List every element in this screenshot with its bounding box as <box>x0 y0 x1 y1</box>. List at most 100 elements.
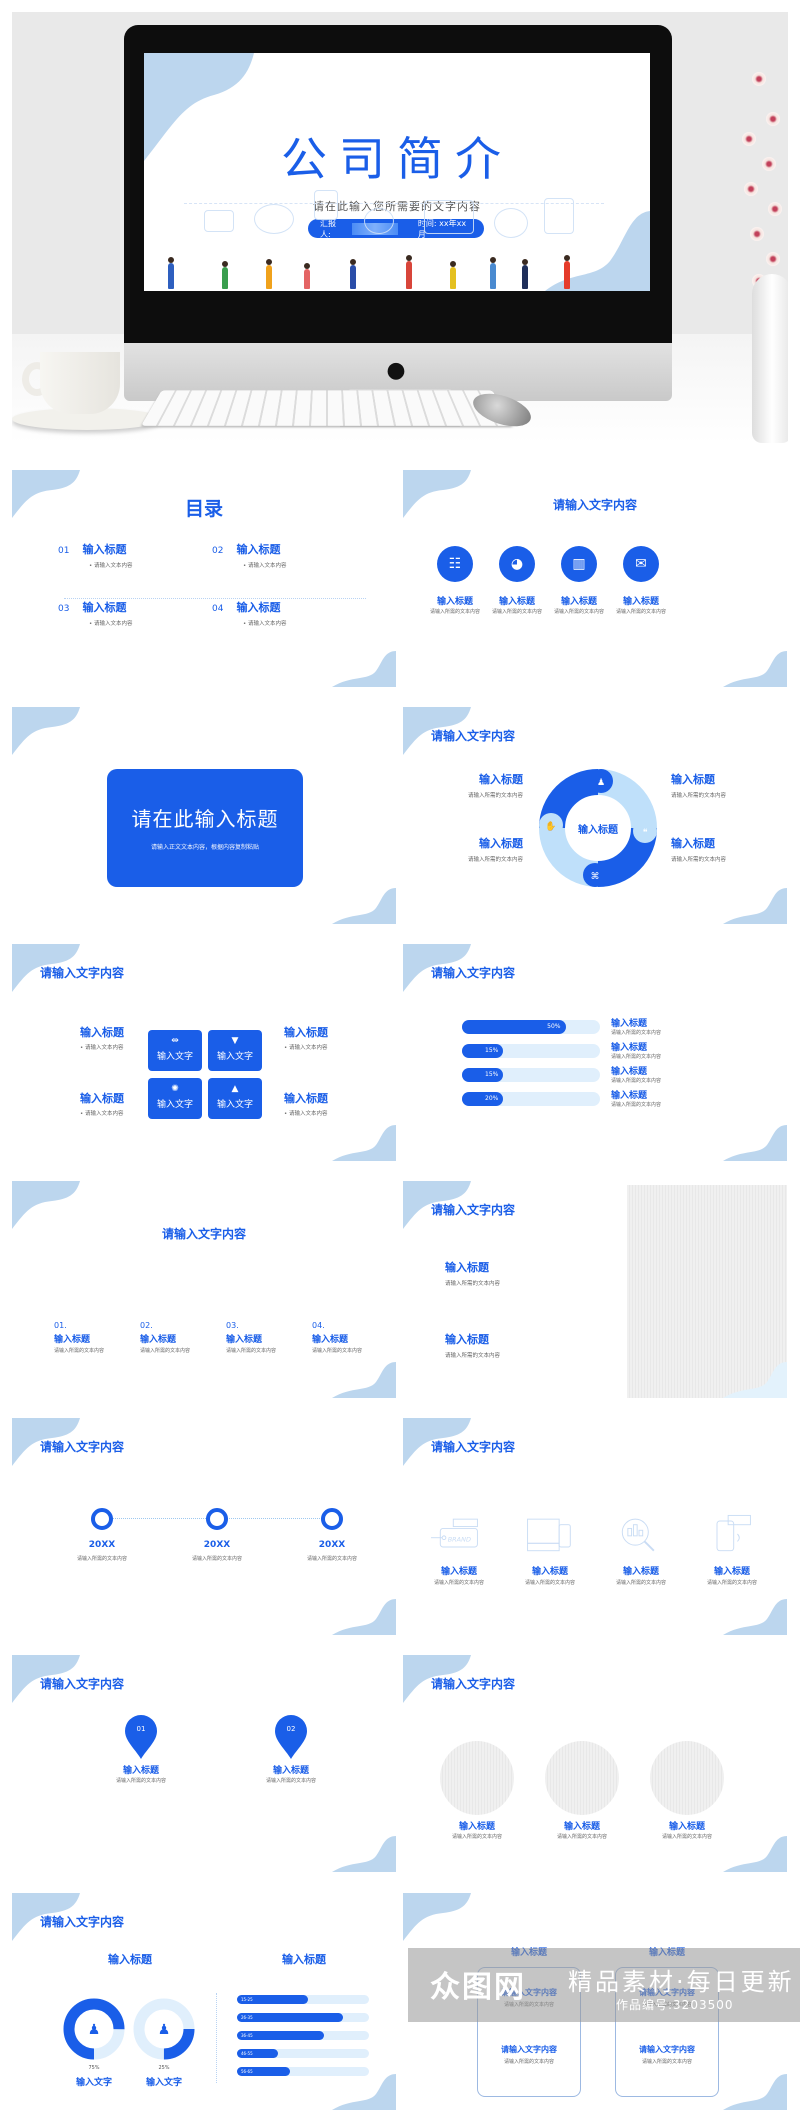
progress-bar: 50% <box>462 1020 600 1034</box>
decor-blob <box>332 1362 396 1398</box>
step-number: 01. <box>54 1321 67 1330</box>
toc-item[interactable]: 02 输入标题 • 请输入文本内容 <box>212 538 287 569</box>
item-title: 输入标题 <box>622 597 659 607</box>
text-item: 输入标题 请输入所需的文本内容 <box>445 1331 500 1359</box>
progress-fill: 20% <box>462 1092 504 1106</box>
slide-timeline: 请输入文字内容 20XX 请输入所需的文本内容 20XX 请输入所需的文本内容 20XX… <box>12 1418 396 1635</box>
item-title: 输入标题 <box>611 1043 648 1053</box>
slide-section: 请在此输入标题 请输入正文文本内容，根据内容复制粘贴 <box>12 707 396 924</box>
monitor-screen: 公司简介 请在此输入您所需要的文字内容 汇报人: 时间: xx年xx月 <box>144 53 650 291</box>
progress-bar: 15% <box>462 1044 600 1058</box>
decor-blob <box>332 2074 396 2110</box>
section-card: 请在此输入标题 请输入正文文本内容，根据内容复制粘贴 <box>107 769 303 887</box>
grid-item: 输入标题 • 请输入文本内容 <box>80 1024 124 1051</box>
image-placeholder[interactable] <box>440 1741 514 1815</box>
toc-item[interactable]: 03 输入标题 • 请输入文本内容 <box>58 596 133 627</box>
progress-fill: 15% <box>462 1068 504 1082</box>
svg-text:♟: ♟ <box>597 778 605 788</box>
decor-blob <box>332 1836 396 1872</box>
toc-number: 02 <box>212 546 224 556</box>
donut-section-title: 输入标题 <box>108 1953 152 1966</box>
age-bar: 26-35 <box>237 2013 369 2022</box>
slide-title: 请输入文字内容 <box>431 1677 516 1691</box>
ring-item: 输入标题 请输入所需的文本内容 <box>671 771 726 799</box>
grid-item: 输入标题 • 请输入文本内容 <box>80 1090 124 1117</box>
decor-blob <box>723 1836 787 1872</box>
slide-title: 请输入文字内容 <box>161 1227 246 1241</box>
decor-blob <box>332 888 396 924</box>
item-title: 输入标题 <box>272 1766 309 1776</box>
item-desc: 请输入所需的文本内容 <box>671 857 727 863</box>
decor-blob <box>723 1125 787 1161</box>
item-title: 输入标题 <box>54 1335 91 1345</box>
pin-number: 01 <box>136 1725 146 1733</box>
image-placeholder[interactable] <box>627 1185 787 1398</box>
item-title: 输入标题 <box>440 1567 477 1577</box>
hero-mockup-photo: 公司简介 请在此输入您所需要的文字内容 汇报人: 时间: xx年xx月 ● <box>12 12 788 443</box>
slide-title: 目录 <box>184 498 223 520</box>
item-desc: 请输入所需的文本内容 <box>445 1353 501 1359</box>
item-desc: • 请输入文本内容 <box>284 1045 328 1051</box>
image-placeholder[interactable] <box>545 1741 619 1815</box>
item-title: 输入标题 <box>445 1333 489 1346</box>
feature-square[interactable]: ✺ 输入文字 <box>148 1078 202 1119</box>
decor-blob <box>403 1893 471 1941</box>
decor-blob <box>12 1181 80 1229</box>
donut-chart: ♟ <box>133 1998 195 2060</box>
feature-square[interactable]: ⇹ 输入文字 <box>148 1030 202 1071</box>
location-pin-icon <box>125 1715 157 1759</box>
toc-title: 输入标题 <box>82 543 127 556</box>
slide-stats: 请输入文字内容 输入标题 输入标题 ♟ 75% 输入文字 ♟ 25% 输入文字 15-25… <box>12 1893 396 2110</box>
decor-blob <box>12 707 80 755</box>
slide-title: 请输入文字内容 <box>431 729 516 743</box>
slide-toc: 目录 01 输入标题 • 请输入文本内容 02 输入标题 • 请输入文本内容 0… <box>12 470 396 687</box>
apple-logo-icon: ● <box>386 358 406 383</box>
progress-fill: 15% <box>462 1044 504 1058</box>
item-desc: 请输入所需的文本内容 <box>524 1580 575 1586</box>
item-desc: • 请输入文本内容 <box>80 1045 124 1051</box>
toc-item[interactable]: 01 输入标题 • 请输入文本内容 <box>58 538 133 569</box>
decor-blob <box>723 2074 787 2110</box>
box-desc: 请输入所需的文本内容 <box>503 2059 554 2065</box>
age-bar: 36-45 <box>237 2031 369 2040</box>
text-item: 输入标题 请输入所需的文本内容 <box>445 1259 500 1287</box>
image-placeholder[interactable] <box>650 1741 724 1815</box>
item-desc: 请输入所需的文本内容 <box>615 1580 666 1586</box>
slide-circles: 请输入文字内容 输入标题 请输入所需的文本内容 输入标题 请输入所需的文本内容 输入标题… <box>403 1655 787 1872</box>
toc-desc: • 请输入文本内容 <box>89 563 133 569</box>
dotted-divider <box>216 1993 217 2083</box>
toc-item[interactable]: 04 输入标题 • 请输入文本内容 <box>212 596 287 627</box>
decor-blob <box>723 1599 787 1635</box>
pin-number: 02 <box>286 1725 296 1733</box>
timeline-node <box>206 1508 228 1530</box>
watermark-logo: 众图网 <box>430 1970 526 2005</box>
timeline-desc: 请输入所需的文本内容 <box>76 1556 127 1562</box>
warning-icon: ▲ <box>231 1084 239 1094</box>
people-illustration <box>154 243 640 291</box>
item-title: 输入标题 <box>713 1567 750 1577</box>
age-bar-fill: 46-55 <box>237 2049 278 2058</box>
feature-square[interactable]: ▼ 输入文字 <box>208 1030 262 1071</box>
age-bar: 56-65 <box>237 2067 369 2076</box>
timeline-year: 20XX <box>88 1540 116 1550</box>
age-bar-fill: 26-35 <box>237 2013 343 2022</box>
age-bar: 15-25 <box>237 1995 369 2004</box>
item-desc: 请输入所需的文本内容 <box>467 857 523 863</box>
item-title: 输入标题 <box>445 1261 489 1274</box>
clipboard-icon: ☷ <box>437 546 473 582</box>
progress-bar: 20% <box>462 1092 600 1106</box>
dumbbell-icon: ⇹ <box>171 1036 179 1046</box>
toc-title: 输入标题 <box>236 601 281 614</box>
feature-square[interactable]: ▲ 输入文字 <box>208 1078 262 1119</box>
item-title: 输入标题 <box>611 1067 648 1077</box>
toc-number: 03 <box>58 604 70 614</box>
timeline-node <box>91 1508 113 1530</box>
item-title: 输入标题 <box>479 773 523 786</box>
mobile-app-icon <box>716 1514 751 1552</box>
slide-ring-cycle: 请输入文字内容 输入标题 请输入所需的文本内容 输入标题 请输入所需的文本内容 … <box>403 707 787 924</box>
item-title: 输入标题 <box>611 1019 648 1029</box>
bar-section-title: 输入标题 <box>282 1953 326 1966</box>
keyboard <box>141 390 513 426</box>
decor-blob <box>332 651 396 687</box>
bar-chart-icon: ▥ <box>561 546 597 582</box>
